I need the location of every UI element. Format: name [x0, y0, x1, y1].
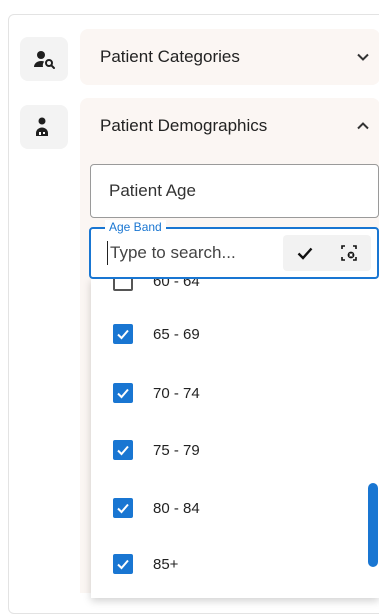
option-item[interactable]: 80 - 84 — [91, 480, 361, 536]
option-item[interactable]: 75 - 79 — [91, 422, 361, 478]
option-item[interactable]: 70 - 74 — [91, 365, 361, 421]
person-info-icon — [20, 105, 68, 149]
age-band-search-input[interactable] — [107, 241, 277, 265]
check-icon — [117, 503, 129, 514]
checkbox-checked[interactable] — [113, 324, 133, 344]
clear-selection-icon[interactable] — [340, 244, 358, 262]
patient-age-value: Patient Age — [109, 181, 196, 200]
checkbox-checked[interactable] — [113, 554, 133, 574]
option-label: 60 - 64 — [153, 278, 200, 290]
chevron-up-icon — [357, 122, 369, 130]
scrollbar-thumb[interactable] — [368, 483, 378, 567]
check-icon — [117, 388, 129, 399]
check-icon[interactable] — [296, 244, 314, 262]
option-label: 65 - 69 — [153, 325, 200, 343]
age-band-actions — [283, 235, 371, 271]
age-band-options-list[interactable]: 60 - 64 65 - 69 70 - 74 75 - 79 80 - 84 … — [91, 278, 379, 598]
option-label: 80 - 84 — [153, 499, 200, 517]
option-item[interactable]: 85+ — [91, 536, 361, 592]
age-band-legend: Age Band — [105, 220, 166, 234]
option-item[interactable]: 60 - 64 — [91, 278, 361, 309]
section-patient-categories[interactable]: Patient Categories — [80, 29, 379, 85]
option-item[interactable]: 65 - 69 — [91, 306, 361, 362]
section-label: Patient Demographics — [100, 116, 268, 135]
option-label: 85+ — [153, 555, 179, 573]
checkbox-checked[interactable] — [113, 440, 133, 460]
chevron-down-icon — [357, 53, 369, 61]
option-label: 70 - 74 — [153, 384, 200, 402]
patient-age-field[interactable]: Patient Age — [90, 164, 379, 218]
age-band-field[interactable]: Age Band — [89, 220, 379, 279]
checkbox-checked[interactable] — [113, 498, 133, 518]
checkbox-checked[interactable] — [113, 383, 133, 403]
checkbox-unchecked[interactable] — [113, 278, 133, 291]
check-icon — [117, 329, 129, 340]
check-icon — [117, 445, 129, 456]
section-label: Patient Categories — [100, 47, 240, 66]
person-search-icon — [20, 37, 68, 81]
option-label: 75 - 79 — [153, 441, 200, 459]
check-icon — [117, 559, 129, 570]
section-patient-demographics[interactable]: Patient Demographics — [80, 98, 379, 154]
